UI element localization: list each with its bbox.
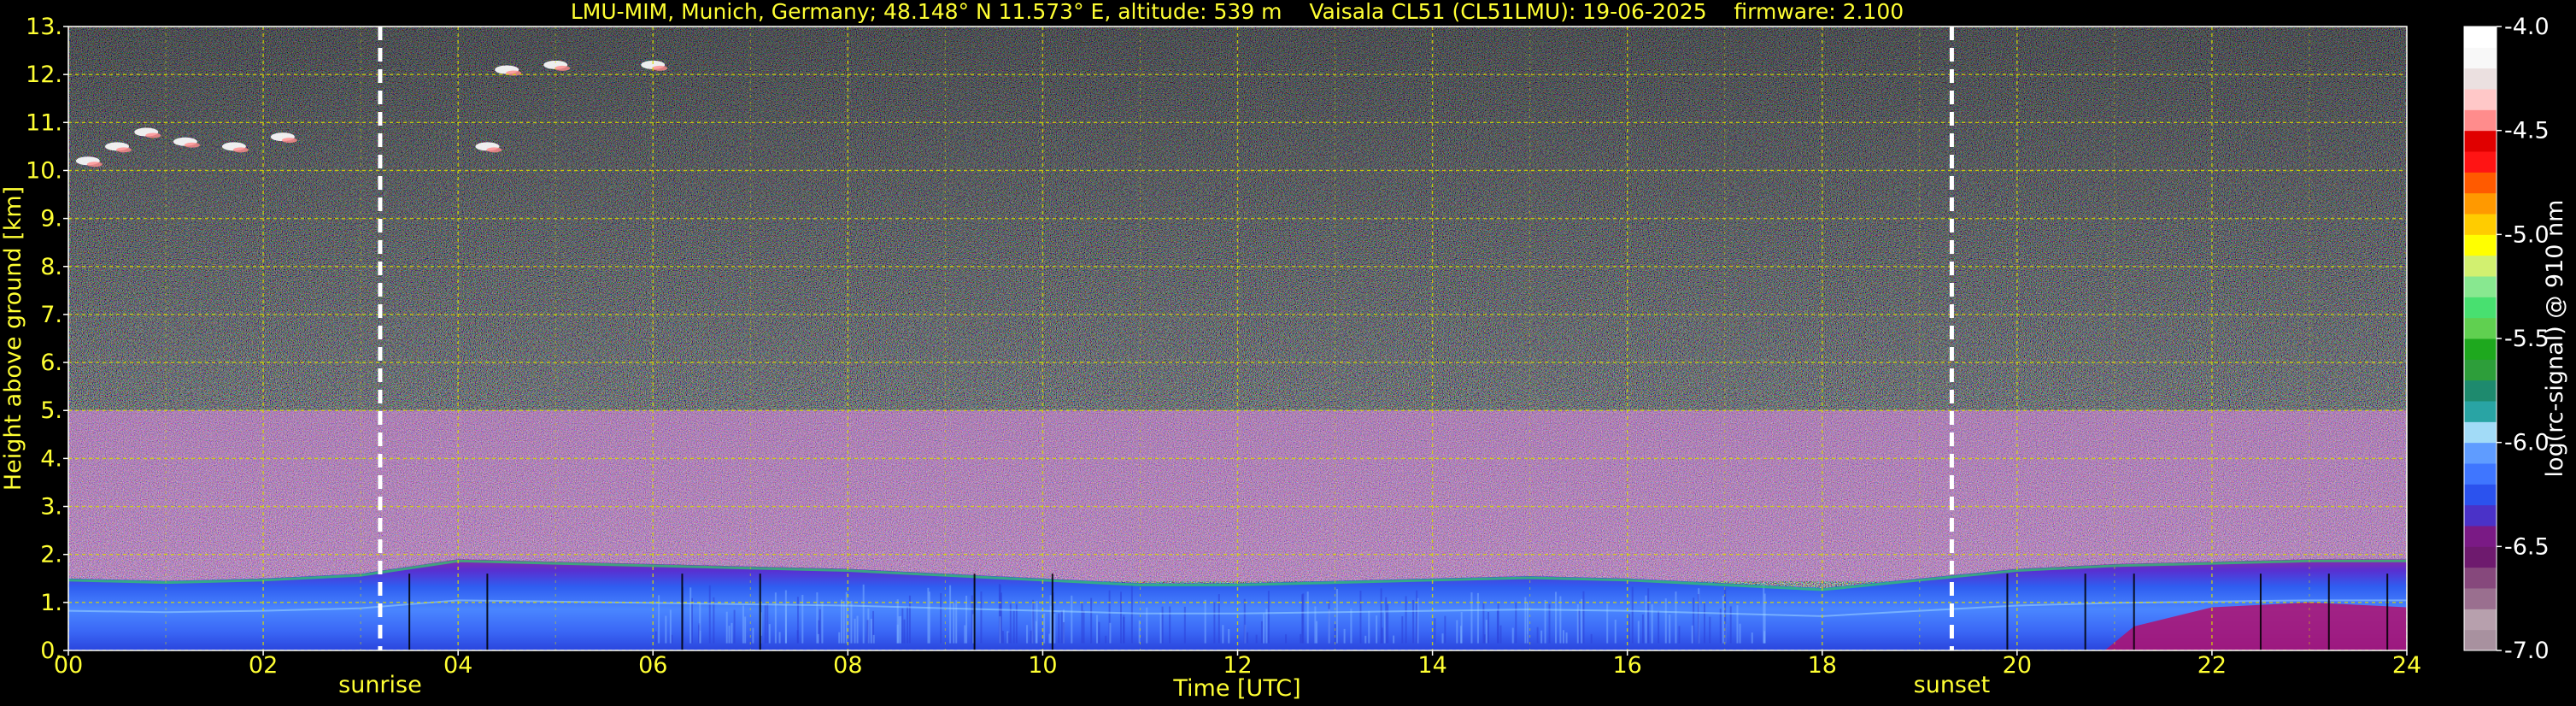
sun-marker-label: sunset — [1914, 672, 1991, 698]
x-tick-label: 10 — [1028, 652, 1057, 679]
x-tick-label: 14 — [1417, 652, 1446, 679]
y-tick-label: 4. — [40, 445, 62, 472]
y-tick-label: 3. — [40, 494, 62, 521]
colorbar-segment — [2464, 484, 2497, 506]
y-tick-label: 8. — [40, 254, 62, 280]
cirrus-point-edge — [145, 132, 161, 138]
cirrus-point-edge — [232, 147, 249, 153]
y-tick-label: 11. — [26, 109, 62, 136]
x-tick-label: 18 — [1808, 652, 1837, 679]
colorbar-segment — [2464, 234, 2497, 256]
x-tick-label: 06 — [638, 652, 667, 679]
y-tick-label: 5. — [40, 397, 62, 424]
y-tick-label: 9. — [40, 206, 62, 232]
colorbar-segment — [2464, 421, 2497, 444]
x-tick-label: 04 — [443, 652, 472, 679]
colorbar-segment — [2464, 68, 2497, 90]
colorbar — [2464, 26, 2497, 651]
y-tick-label: 1. — [40, 590, 62, 616]
colorbar-segment — [2464, 89, 2497, 110]
colorbar-segment — [2464, 130, 2497, 152]
sun-marker-label: sunrise — [338, 672, 422, 698]
colorbar-segment — [2464, 629, 2497, 651]
y-tick-label: 13. — [26, 14, 62, 40]
x-tick-label: 16 — [1612, 652, 1641, 679]
colorbar-segment — [2464, 609, 2497, 631]
y-tick-label: 7. — [40, 302, 62, 328]
y-tick-label: 6. — [40, 350, 62, 376]
cirrus-point-edge — [486, 147, 502, 153]
colorbar-tick-label: -6.5 — [2504, 533, 2550, 560]
cirrus-point-edge — [652, 65, 668, 71]
colorbar-segment — [2464, 109, 2497, 132]
cirrus-point-edge — [86, 162, 103, 168]
colorbar-segment — [2464, 588, 2497, 609]
colorbar-segment — [2464, 26, 2497, 48]
y-tick-label: 10. — [26, 157, 62, 184]
colorbar-segment — [2464, 172, 2497, 194]
colorbar-segment — [2464, 192, 2497, 215]
colorbar-segment — [2464, 255, 2497, 277]
x-tick-label: 20 — [2003, 652, 2032, 679]
chart-title: LMU-MIM, Munich, Germany; 48.148° N 11.5… — [571, 0, 1904, 24]
colorbar-segment — [2464, 567, 2497, 589]
colorbar-label: log(rc-signal) @ 910 nm — [2542, 200, 2568, 478]
plot-area — [68, 26, 2407, 650]
colorbar-segment — [2464, 297, 2497, 319]
x-tick-label: 22 — [2198, 652, 2227, 679]
colorbar-segment — [2464, 151, 2497, 173]
colorbar-tick-label: -4.0 — [2504, 14, 2550, 40]
colorbar-segment — [2464, 379, 2497, 402]
colorbar-segment — [2464, 214, 2497, 235]
colorbar-segment — [2464, 442, 2497, 464]
cirrus-point-edge — [184, 142, 200, 148]
y-axis-label: Height above ground [km] — [0, 186, 26, 491]
colorbar-tick-label: -4.5 — [2504, 118, 2550, 144]
colorbar-segment — [2464, 276, 2497, 297]
colorbar-segment — [2464, 359, 2497, 381]
y-tick-label: 0. — [40, 638, 62, 664]
y-tick-label: 12. — [26, 62, 62, 88]
x-tick-label: 24 — [2392, 652, 2421, 679]
x-tick-label: 08 — [833, 652, 862, 679]
colorbar-segment — [2464, 526, 2497, 547]
y-tick-label: 2. — [40, 542, 62, 568]
colorbar-segment — [2464, 47, 2497, 69]
cirrus-point-edge — [281, 138, 297, 144]
x-tick-label: 02 — [249, 652, 278, 679]
colorbar-segment — [2464, 317, 2497, 339]
colorbar-segment — [2464, 463, 2497, 485]
colorbar-segment — [2464, 401, 2497, 422]
cirrus-point-edge — [116, 147, 132, 153]
colorbar-segment — [2464, 546, 2497, 568]
colorbar-tick-label: -7.0 — [2504, 638, 2550, 664]
ceilometer-chart: sunrise sunset 00 02 04 06 08 10 12 14 16 18 20 22 24… — [0, 0, 2568, 702]
x-axis-label: Time [UTC] — [1172, 675, 1300, 702]
cirrus-point-edge — [555, 65, 571, 71]
y-axis-ticks: 0. 1. 2. 3. 4. 5. 6. 7. 8. 9. 10. 11. 12. 13. — [26, 14, 68, 664]
colorbar-segment — [2464, 338, 2497, 360]
colorbar-segment — [2464, 504, 2497, 527]
